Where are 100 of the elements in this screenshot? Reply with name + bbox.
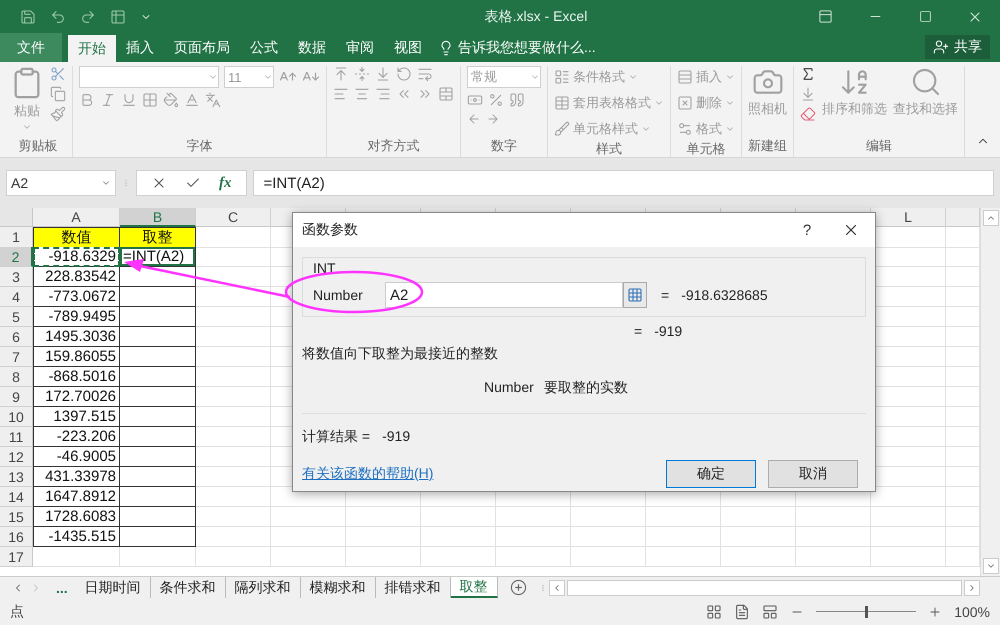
zoom-in-icon[interactable]	[928, 604, 942, 618]
ribbon-tab[interactable]: 公式	[240, 33, 288, 62]
zoom-level[interactable]: 100%	[954, 604, 990, 620]
add-sheet-icon[interactable]	[510, 579, 527, 596]
table-cell[interactable]	[120, 327, 196, 347]
table-cell[interactable]: 159.86055	[33, 347, 120, 367]
table-cell[interactable]	[120, 447, 196, 467]
empty-cell[interactable]	[646, 527, 721, 547]
cells-icon[interactable]	[677, 95, 693, 111]
argument-field[interactable]: A2	[385, 282, 623, 308]
row-header[interactable]: 9	[0, 387, 33, 407]
row-header[interactable]: 11	[0, 427, 33, 447]
empty-cell[interactable]	[496, 527, 571, 547]
table-cell[interactable]: 431.33978	[33, 467, 120, 487]
empty-cell[interactable]	[120, 547, 196, 567]
table-cell[interactable]	[120, 427, 196, 447]
cancel-button[interactable]: 取消	[768, 460, 858, 488]
empty-cell[interactable]	[496, 547, 571, 567]
redo-icon[interactable]	[80, 8, 96, 24]
normal-view-icon[interactable]	[706, 604, 722, 620]
row-header[interactable]: 17	[0, 547, 33, 567]
row-header[interactable]: 15	[0, 507, 33, 527]
scroll-up-button[interactable]	[982, 210, 998, 226]
empty-cell[interactable]	[646, 547, 721, 567]
empty-cell[interactable]	[196, 547, 271, 567]
empty-cell[interactable]	[271, 527, 346, 547]
empty-cell[interactable]	[796, 527, 871, 547]
empty-cell[interactable]	[271, 507, 346, 527]
table-cell[interactable]	[120, 527, 196, 547]
empty-cell[interactable]	[346, 507, 421, 527]
table-cell[interactable]	[120, 347, 196, 367]
empty-cell[interactable]	[721, 527, 796, 547]
column-header[interactable]: C	[196, 208, 271, 227]
empty-cell[interactable]	[871, 507, 946, 527]
table-cell[interactable]	[120, 487, 196, 507]
page-break-icon[interactable]	[762, 604, 778, 620]
row-header[interactable]: 1	[0, 227, 33, 248]
table-cell[interactable]: 228.83542	[33, 267, 120, 287]
column-header[interactable]	[946, 208, 980, 227]
row-header[interactable]: 5	[0, 307, 33, 327]
row-header[interactable]: 6	[0, 327, 33, 347]
table-cell[interactable]: 1495.3036	[33, 327, 120, 347]
column-header[interactable]: B	[120, 208, 196, 227]
help-button[interactable]: ?	[787, 220, 827, 240]
empty-cell[interactable]	[871, 547, 946, 567]
formula-field[interactable]: =INT(A2)	[252, 170, 994, 196]
row-header[interactable]: 7	[0, 347, 33, 367]
scroll-left-button[interactable]	[548, 580, 565, 596]
table-cell[interactable]: 1397.515	[33, 407, 120, 427]
empty-cell[interactable]	[796, 547, 871, 567]
empty-cell[interactable]	[721, 507, 796, 527]
table-cell[interactable]: -789.9495	[33, 307, 120, 327]
empty-cell[interactable]	[271, 547, 346, 567]
row-header[interactable]: 14	[0, 487, 33, 507]
table-cell[interactable]	[120, 507, 196, 527]
scroll-down-button[interactable]	[982, 558, 998, 574]
table-cell[interactable]: 172.70026	[33, 387, 120, 407]
empty-cell[interactable]	[421, 547, 496, 567]
table-style-icon[interactable]	[554, 95, 570, 111]
row-header[interactable]: 3	[0, 267, 33, 287]
table-cell[interactable]: -46.9005	[33, 447, 120, 467]
row-header[interactable]: 16	[0, 527, 33, 547]
insert-function-button[interactable]: fx	[219, 174, 232, 192]
range-select-button[interactable]	[623, 282, 647, 308]
table-cell[interactable]	[120, 267, 196, 287]
empty-cell[interactable]	[421, 507, 496, 527]
empty-cell[interactable]	[871, 527, 946, 547]
table-cell[interactable]: -773.0672	[33, 287, 120, 307]
grid-icon[interactable]	[627, 287, 643, 303]
table-cell[interactable]: 取整	[120, 227, 196, 248]
table-cell[interactable]: 1728.6083	[33, 507, 120, 527]
empty-cell[interactable]	[571, 547, 646, 567]
ribbon-tab[interactable]: 开始	[68, 35, 116, 62]
more-sheets-button[interactable]: ...	[48, 577, 76, 598]
table-cell[interactable]: 1647.8912	[33, 487, 120, 507]
page-layout-icon[interactable]	[734, 604, 750, 620]
empty-cell[interactable]	[571, 507, 646, 527]
share-button[interactable]: 共享	[925, 35, 990, 59]
table-style-icon[interactable]	[554, 121, 570, 137]
maximize-icon[interactable]	[918, 10, 932, 23]
name-box[interactable]: A2	[6, 170, 116, 196]
tell-me-text[interactable]: 告诉我您想要做什么...	[458, 38, 596, 56]
table-cell[interactable]: 数值	[33, 227, 120, 248]
ribbon-tab[interactable]: 审阅	[336, 33, 384, 62]
horizontal-scrollbar[interactable]	[566, 580, 962, 596]
form-icon[interactable]	[110, 8, 126, 24]
empty-cell[interactable]	[646, 507, 721, 527]
column-header[interactable]: A	[33, 208, 120, 227]
ribbon-tab[interactable]: 页面布局	[164, 33, 240, 62]
table-cell[interactable]: -918.6329	[33, 247, 120, 267]
table-cell[interactable]	[120, 407, 196, 427]
empty-cell[interactable]	[346, 547, 421, 567]
ribbon-display-icon[interactable]	[818, 9, 832, 24]
cells-icon[interactable]	[677, 121, 693, 137]
ribbon-tab[interactable]: 数据	[288, 33, 336, 62]
file-tab[interactable]: 文件	[0, 33, 62, 62]
ribbon-tab[interactable]: 插入	[116, 33, 164, 62]
empty-cell[interactable]	[346, 527, 421, 547]
table-cell[interactable]	[120, 367, 196, 387]
table-cell[interactable]	[120, 467, 196, 487]
